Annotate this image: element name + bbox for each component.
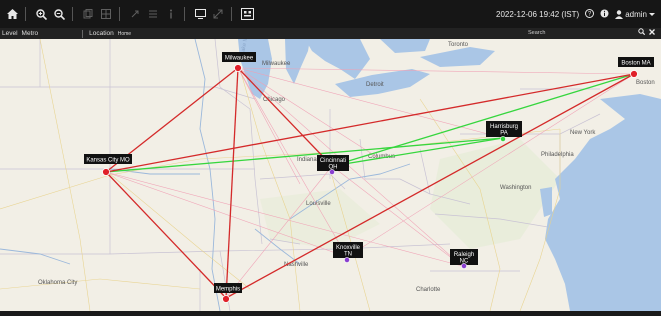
city-label: Oklahoma City (38, 280, 77, 286)
toolbar-divider (72, 7, 73, 21)
toolbar: 2022-12-06 19:42 (IST) ? admin (0, 0, 661, 28)
router-red-icon[interactable] (234, 64, 242, 72)
router-purple-icon[interactable] (344, 257, 350, 263)
site-label: Boston MA (621, 61, 650, 67)
city-label: Charlotte (416, 287, 441, 293)
filter-divider (82, 29, 84, 38)
close-icon[interactable] (649, 29, 655, 35)
city-label: Louisville (306, 201, 331, 207)
city-label: Detroit (366, 82, 384, 88)
search-label[interactable]: Search (528, 28, 545, 39)
city-label: Boston (636, 80, 655, 86)
city-label: Milwaukee (262, 61, 291, 67)
router-green-icon[interactable] (500, 136, 506, 142)
map-canvas[interactable]: Milwaukee Chicago Detroit Toronto Indian… (0, 19, 661, 312)
location-value[interactable]: Home (118, 31, 131, 37)
toolbar-right: 2022-12-06 19:42 (IST) ? admin (490, 0, 655, 28)
location-label: Location (89, 30, 114, 37)
datetime-display: 2022-12-06 19:42 (IST) (496, 9, 580, 19)
site-label: Kansas City MO (86, 158, 130, 164)
image-icon[interactable] (239, 5, 255, 23)
help-icon[interactable]: ? (585, 8, 595, 20)
level-value[interactable]: Metro (22, 30, 39, 37)
site-label: Memphis (216, 287, 240, 293)
router-red-icon[interactable] (630, 70, 638, 78)
zoom-out-icon[interactable] (51, 5, 67, 23)
router-red-icon[interactable] (102, 168, 110, 176)
level-label: Level (2, 30, 18, 37)
city-label: Toronto (448, 42, 469, 48)
router-red-icon[interactable] (222, 295, 230, 303)
city-label: Philadelphia (541, 152, 574, 158)
city-label: New York (570, 130, 596, 136)
user-name: admin (625, 9, 647, 19)
expand-icon[interactable] (210, 5, 226, 23)
zoom-in-icon[interactable] (33, 5, 49, 23)
toolbar-divider (231, 7, 232, 21)
list-icon[interactable] (145, 5, 161, 23)
filter-bar: Level Metro Location Home Search (0, 28, 661, 39)
toolbar-divider (25, 7, 26, 21)
router-purple-icon[interactable] (329, 169, 335, 175)
toolbar-divider (184, 7, 185, 21)
chevron-down-icon (649, 12, 655, 16)
monitor-icon[interactable] (192, 5, 208, 23)
search-icon[interactable] (638, 28, 646, 36)
city-label: Nashville (284, 262, 309, 268)
grid-icon[interactable] (98, 5, 114, 23)
toolbar-divider (119, 7, 120, 21)
pin-icon[interactable] (127, 5, 143, 23)
site-label: Milwaukee (225, 56, 254, 62)
user-icon (615, 9, 624, 19)
copy-icon[interactable] (80, 5, 96, 23)
about-icon[interactable] (600, 9, 609, 20)
search-controls (638, 28, 655, 39)
map-view[interactable]: Milwaukee Chicago Detroit Toronto Indian… (0, 19, 661, 312)
home-icon[interactable] (4, 5, 20, 23)
router-purple-icon[interactable] (461, 263, 467, 269)
city-label: Washington (500, 185, 531, 191)
user-menu[interactable]: admin (615, 10, 655, 19)
info-icon[interactable] (163, 5, 179, 23)
